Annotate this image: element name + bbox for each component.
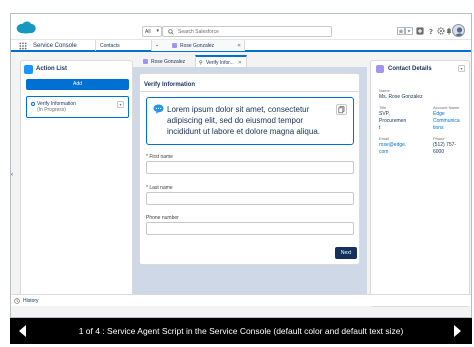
- title-label: Title: [379, 105, 387, 110]
- copy-icon: [338, 106, 345, 114]
- action-list-title: Action List: [36, 66, 67, 72]
- tab-contacts-label: Contacts: [100, 43, 120, 49]
- console-nav-bar: Service Console Contacts ⌄ Rose Gonzalez…: [11, 39, 471, 52]
- email-label: Email: [379, 136, 390, 141]
- history-label: History: [23, 298, 39, 304]
- email-value-line: rose@edge.: [379, 142, 407, 148]
- global-search-input[interactable]: Search Salesforce: [162, 26, 332, 37]
- slideshow-caption-bar: 1 of 4 : Service Agent Script in the Ser…: [10, 318, 472, 344]
- action-list-panel: Action List Add Verify Information (In P…: [20, 60, 133, 303]
- title-value-line: t: [379, 125, 381, 131]
- divider: [140, 91, 359, 92]
- global-header: All ▾ Search Salesforce ?: [11, 14, 471, 39]
- action-list-icon: [24, 65, 33, 74]
- phone-number-label: Phone number: [146, 215, 179, 221]
- slide-caption-text: 1 of 4 : Service Agent Script in the Ser…: [78, 326, 404, 336]
- account-value-line: tions: [433, 125, 444, 131]
- salesforce-logo[interactable]: [15, 21, 37, 34]
- favorites-icon[interactable]: [397, 27, 405, 35]
- phone-label: Phone: [433, 136, 445, 141]
- in-progress-indicator-icon: [31, 102, 35, 106]
- first-name-field[interactable]: [146, 161, 354, 174]
- subtab-bar: Rose Gonzalez ⚲ Verify Infor... ✕: [139, 55, 367, 67]
- flow-icon: ⚲: [199, 60, 203, 66]
- search-icon: [168, 29, 174, 35]
- title-value-line: SVP,: [379, 111, 390, 117]
- app-launcher-icon[interactable]: [19, 42, 27, 50]
- contact-icon: [172, 43, 177, 48]
- collapse-panel-arrow-icon[interactable]: ‹: [11, 172, 13, 178]
- account-name-label: Account Name: [433, 105, 460, 110]
- tab-contacts[interactable]: Contacts: [95, 40, 151, 51]
- subtab-verify-label: Verify Infor...: [206, 60, 234, 66]
- user-avatar-icon: [455, 27, 464, 36]
- account-value-line: Edge: [433, 111, 445, 117]
- action-list-item[interactable]: Verify Information (In Progress) ▾: [26, 96, 129, 118]
- contact-details-title: Contact Details: [388, 66, 432, 72]
- first-name-label: * First name: [146, 154, 173, 160]
- subtab-verify-information[interactable]: ⚲ Verify Infor... ✕: [195, 55, 247, 67]
- phone-number-field[interactable]: [146, 222, 354, 235]
- subtab-rose-label: Rose Gonzalez: [151, 59, 186, 65]
- action-item-status: (In Progress): [37, 107, 66, 113]
- search-scope-select[interactable]: All ▾: [142, 26, 162, 37]
- history-clock-icon: [14, 298, 20, 304]
- script-prompt-box: Lorem ipsum dolor sit amet, consectetur …: [146, 97, 354, 145]
- close-icon[interactable]: ✕: [238, 60, 242, 66]
- gear-icon[interactable]: [437, 27, 445, 35]
- tab-rose-gonzalez[interactable]: ⌄ Rose Gonzalez ✕: [151, 40, 245, 51]
- workspace-area: Verify Information Lorem ipsum dolor sit…: [133, 67, 367, 305]
- contact-icon: [376, 65, 384, 73]
- name-label: Name: [379, 88, 390, 93]
- tab-rose-gonzalez-label: Rose Gonzalez: [180, 43, 215, 49]
- script-title: Verify Information: [144, 82, 196, 88]
- add-action-button[interactable]: Add: [26, 79, 129, 90]
- title-value: SVP, Procuremen t: [379, 111, 407, 132]
- chevron-down-icon[interactable]: ▾: [117, 101, 124, 108]
- email-value-line: com: [379, 149, 389, 155]
- phone-value-line: 6000: [433, 149, 445, 155]
- chevron-down-icon: ▾: [156, 28, 159, 34]
- phone-value-line: (512) 757-: [433, 142, 457, 148]
- account-name-link[interactable]: Edge Communica tions: [433, 111, 461, 132]
- contact-details-panel: Contact Details ▾ Name Ms. Rose Gonzalez…: [370, 60, 470, 307]
- app-frame: All ▾ Search Salesforce ? Service Consol…: [10, 13, 472, 318]
- help-icon[interactable]: ?: [427, 27, 435, 35]
- chevron-down-icon[interactable]: ▾: [458, 65, 465, 72]
- next-button[interactable]: Next: [335, 247, 357, 259]
- search-placeholder: Search Salesforce: [178, 29, 219, 35]
- name-value: Ms. Rose Gonzalez: [379, 94, 423, 100]
- contact-icon: [143, 59, 148, 64]
- global-actions-icon[interactable]: [416, 27, 424, 35]
- title-value-line: Procuremen: [379, 118, 407, 124]
- email-link[interactable]: rose@edge. com: [379, 142, 407, 156]
- script-prompt-text: Lorem ipsum dolor sit amet, consectetur …: [167, 105, 320, 136]
- chevron-down-icon[interactable]: ⌄: [155, 42, 159, 48]
- phone-value[interactable]: (512) 757- 6000: [433, 142, 461, 156]
- subtab-rose-gonzalez[interactable]: Rose Gonzalez: [139, 55, 193, 67]
- search-scope-label: All: [145, 29, 151, 35]
- app-name: Service Console: [33, 43, 77, 49]
- account-value-line: Communica: [433, 118, 460, 124]
- user-avatar[interactable]: [452, 24, 465, 37]
- script-card: Verify Information Lorem ipsum dolor sit…: [139, 73, 360, 265]
- history-utility-bar[interactable]: History: [11, 294, 471, 306]
- chat-bubble-icon: [153, 104, 164, 114]
- svg-text:?: ?: [429, 27, 433, 35]
- next-arrow-icon[interactable]: [452, 325, 462, 337]
- last-name-field[interactable]: [146, 192, 354, 205]
- favorites-menu-icon[interactable]: [405, 27, 413, 35]
- last-name-label: * Last name: [146, 185, 173, 191]
- close-icon[interactable]: ✕: [237, 43, 241, 49]
- copy-button[interactable]: [336, 104, 347, 115]
